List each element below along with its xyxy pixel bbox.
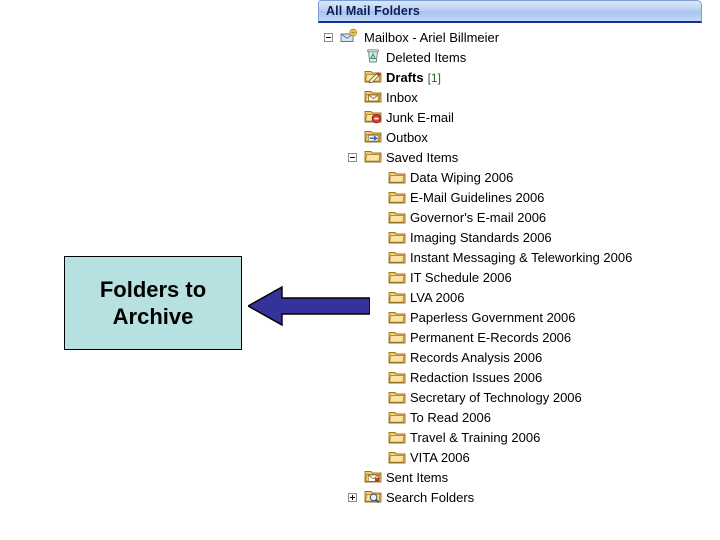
folder-tree-item-label: Secretary of Technology 2006	[410, 390, 582, 405]
callout-line-1: Folders to	[99, 277, 207, 302]
folder-tree-item[interactable]: IT Schedule 2006	[318, 268, 702, 288]
folder-tree-item[interactable]: Search Folders	[318, 488, 702, 508]
pane-header-title: All Mail Folders	[326, 4, 420, 18]
pane-header: All Mail Folders	[318, 0, 702, 23]
folder-icon	[388, 269, 406, 285]
folder-tree-item-label: Paperless Government 2006	[410, 310, 576, 325]
mailbox-icon	[340, 28, 358, 44]
folder-tree-item[interactable]: Instant Messaging & Teleworking 2006	[318, 248, 702, 268]
folder-tree-item-label: LVA 2006	[410, 290, 465, 305]
folder-icon	[388, 229, 406, 245]
deleted-items-icon	[364, 48, 382, 64]
collapse-icon[interactable]	[324, 33, 333, 42]
folder-tree-item-label: Redaction Issues 2006	[410, 370, 543, 385]
folder-tree-item[interactable]: Redaction Issues 2006	[318, 368, 702, 388]
folder-icon	[388, 289, 406, 305]
folder-icon	[388, 169, 406, 185]
folder-tree-item[interactable]: Deleted Items	[318, 48, 702, 68]
folder-tree-item[interactable]: To Read 2006	[318, 408, 702, 428]
inbox-icon	[364, 88, 382, 104]
folder-tree-item[interactable]: Imaging Standards 2006	[318, 228, 702, 248]
folder-tree-item-label: VITA 2006	[410, 450, 470, 465]
folder-tree-item-label: Mailbox - Ariel Billmeier	[364, 30, 500, 45]
folder-icon	[388, 409, 406, 425]
folder-icon	[388, 249, 406, 265]
folder-tree-item-label: Sent Items	[386, 470, 449, 485]
folder-tree-item-label: IT Schedule 2006	[410, 270, 512, 285]
folder-tree-item-label: Permanent E-Records 2006	[410, 330, 572, 345]
folder-tree-item-label: Search Folders	[386, 490, 475, 505]
folder-tree-item-label: To Read 2006	[410, 410, 491, 425]
folder-tree-item[interactable]: Saved Items	[318, 148, 702, 168]
folder-tree-item[interactable]: VITA 2006	[318, 448, 702, 468]
folder-tree-item-label: Outbox	[386, 130, 428, 145]
folder-tree-item[interactable]: Sent Items	[318, 468, 702, 488]
folder-tree-item-label: Data Wiping 2006	[410, 170, 514, 185]
sent-items-icon	[364, 468, 382, 484]
folder-tree-item[interactable]: Inbox	[318, 88, 702, 108]
folder-tree-item[interactable]: Travel & Training 2006	[318, 428, 702, 448]
folder-tree-item[interactable]: Outbox	[318, 128, 702, 148]
folder-tree: Mailbox - Ariel Billmeier Deleted Items Dr…	[318, 23, 702, 508]
folder-tree-item-label: E-Mail Guidelines 2006	[410, 190, 545, 205]
folder-icon	[388, 369, 406, 385]
folder-tree-item-label: Governor's E-mail 2006	[410, 210, 547, 225]
mail-folders-pane: All Mail Folders Mailbox - Ariel Billmei…	[318, 0, 702, 508]
search-folders-icon	[364, 488, 382, 504]
callout-box: Folders to Archive	[64, 256, 242, 350]
drafts-icon	[364, 68, 382, 84]
folder-icon	[388, 329, 406, 345]
folder-tree-item[interactable]: Records Analysis 2006	[318, 348, 702, 368]
folder-icon	[388, 189, 406, 205]
outbox-icon	[364, 128, 382, 144]
collapse-icon[interactable]	[348, 153, 357, 162]
folder-icon	[364, 148, 382, 164]
folder-tree-item[interactable]: Data Wiping 2006	[318, 168, 702, 188]
folder-icon	[388, 449, 406, 465]
folder-tree-item[interactable]: E-Mail Guidelines 2006	[318, 188, 702, 208]
folder-tree-item[interactable]: Secretary of Technology 2006	[318, 388, 702, 408]
folder-tree-item-label: Travel & Training 2006	[410, 430, 541, 445]
folder-tree-item-label: Instant Messaging & Teleworking 2006	[410, 250, 633, 265]
callout-line-2: Archive	[112, 304, 194, 329]
folder-tree-item-label: Drafts	[386, 70, 424, 85]
folder-tree-item-label: Imaging Standards 2006	[410, 230, 552, 245]
callout-arrow-icon	[248, 285, 370, 327]
unread-count-badge: [1]	[427, 71, 441, 85]
folder-icon	[388, 389, 406, 405]
junk-email-icon	[364, 108, 382, 124]
folder-tree-item[interactable]: Permanent E-Records 2006	[318, 328, 702, 348]
folder-icon	[388, 349, 406, 365]
folder-tree-item[interactable]: Junk E-mail	[318, 108, 702, 128]
folder-tree-item[interactable]: Paperless Government 2006	[318, 308, 702, 328]
folder-tree-item-label: Saved Items	[386, 150, 459, 165]
folder-tree-item-label: Deleted Items	[386, 50, 467, 65]
folder-icon	[388, 209, 406, 225]
folder-tree-item-label: Junk E-mail	[386, 110, 454, 125]
folder-tree-item[interactable]: Mailbox - Ariel Billmeier	[318, 28, 702, 48]
folder-tree-item[interactable]: Drafts [1]	[318, 68, 702, 88]
folder-tree-item[interactable]: Governor's E-mail 2006	[318, 208, 702, 228]
folder-icon	[388, 309, 406, 325]
folder-icon	[388, 429, 406, 445]
expand-icon[interactable]	[348, 493, 357, 502]
folder-tree-item[interactable]: LVA 2006	[318, 288, 702, 308]
folder-tree-item-label: Inbox	[386, 90, 418, 105]
folder-tree-item-label: Records Analysis 2006	[410, 350, 543, 365]
